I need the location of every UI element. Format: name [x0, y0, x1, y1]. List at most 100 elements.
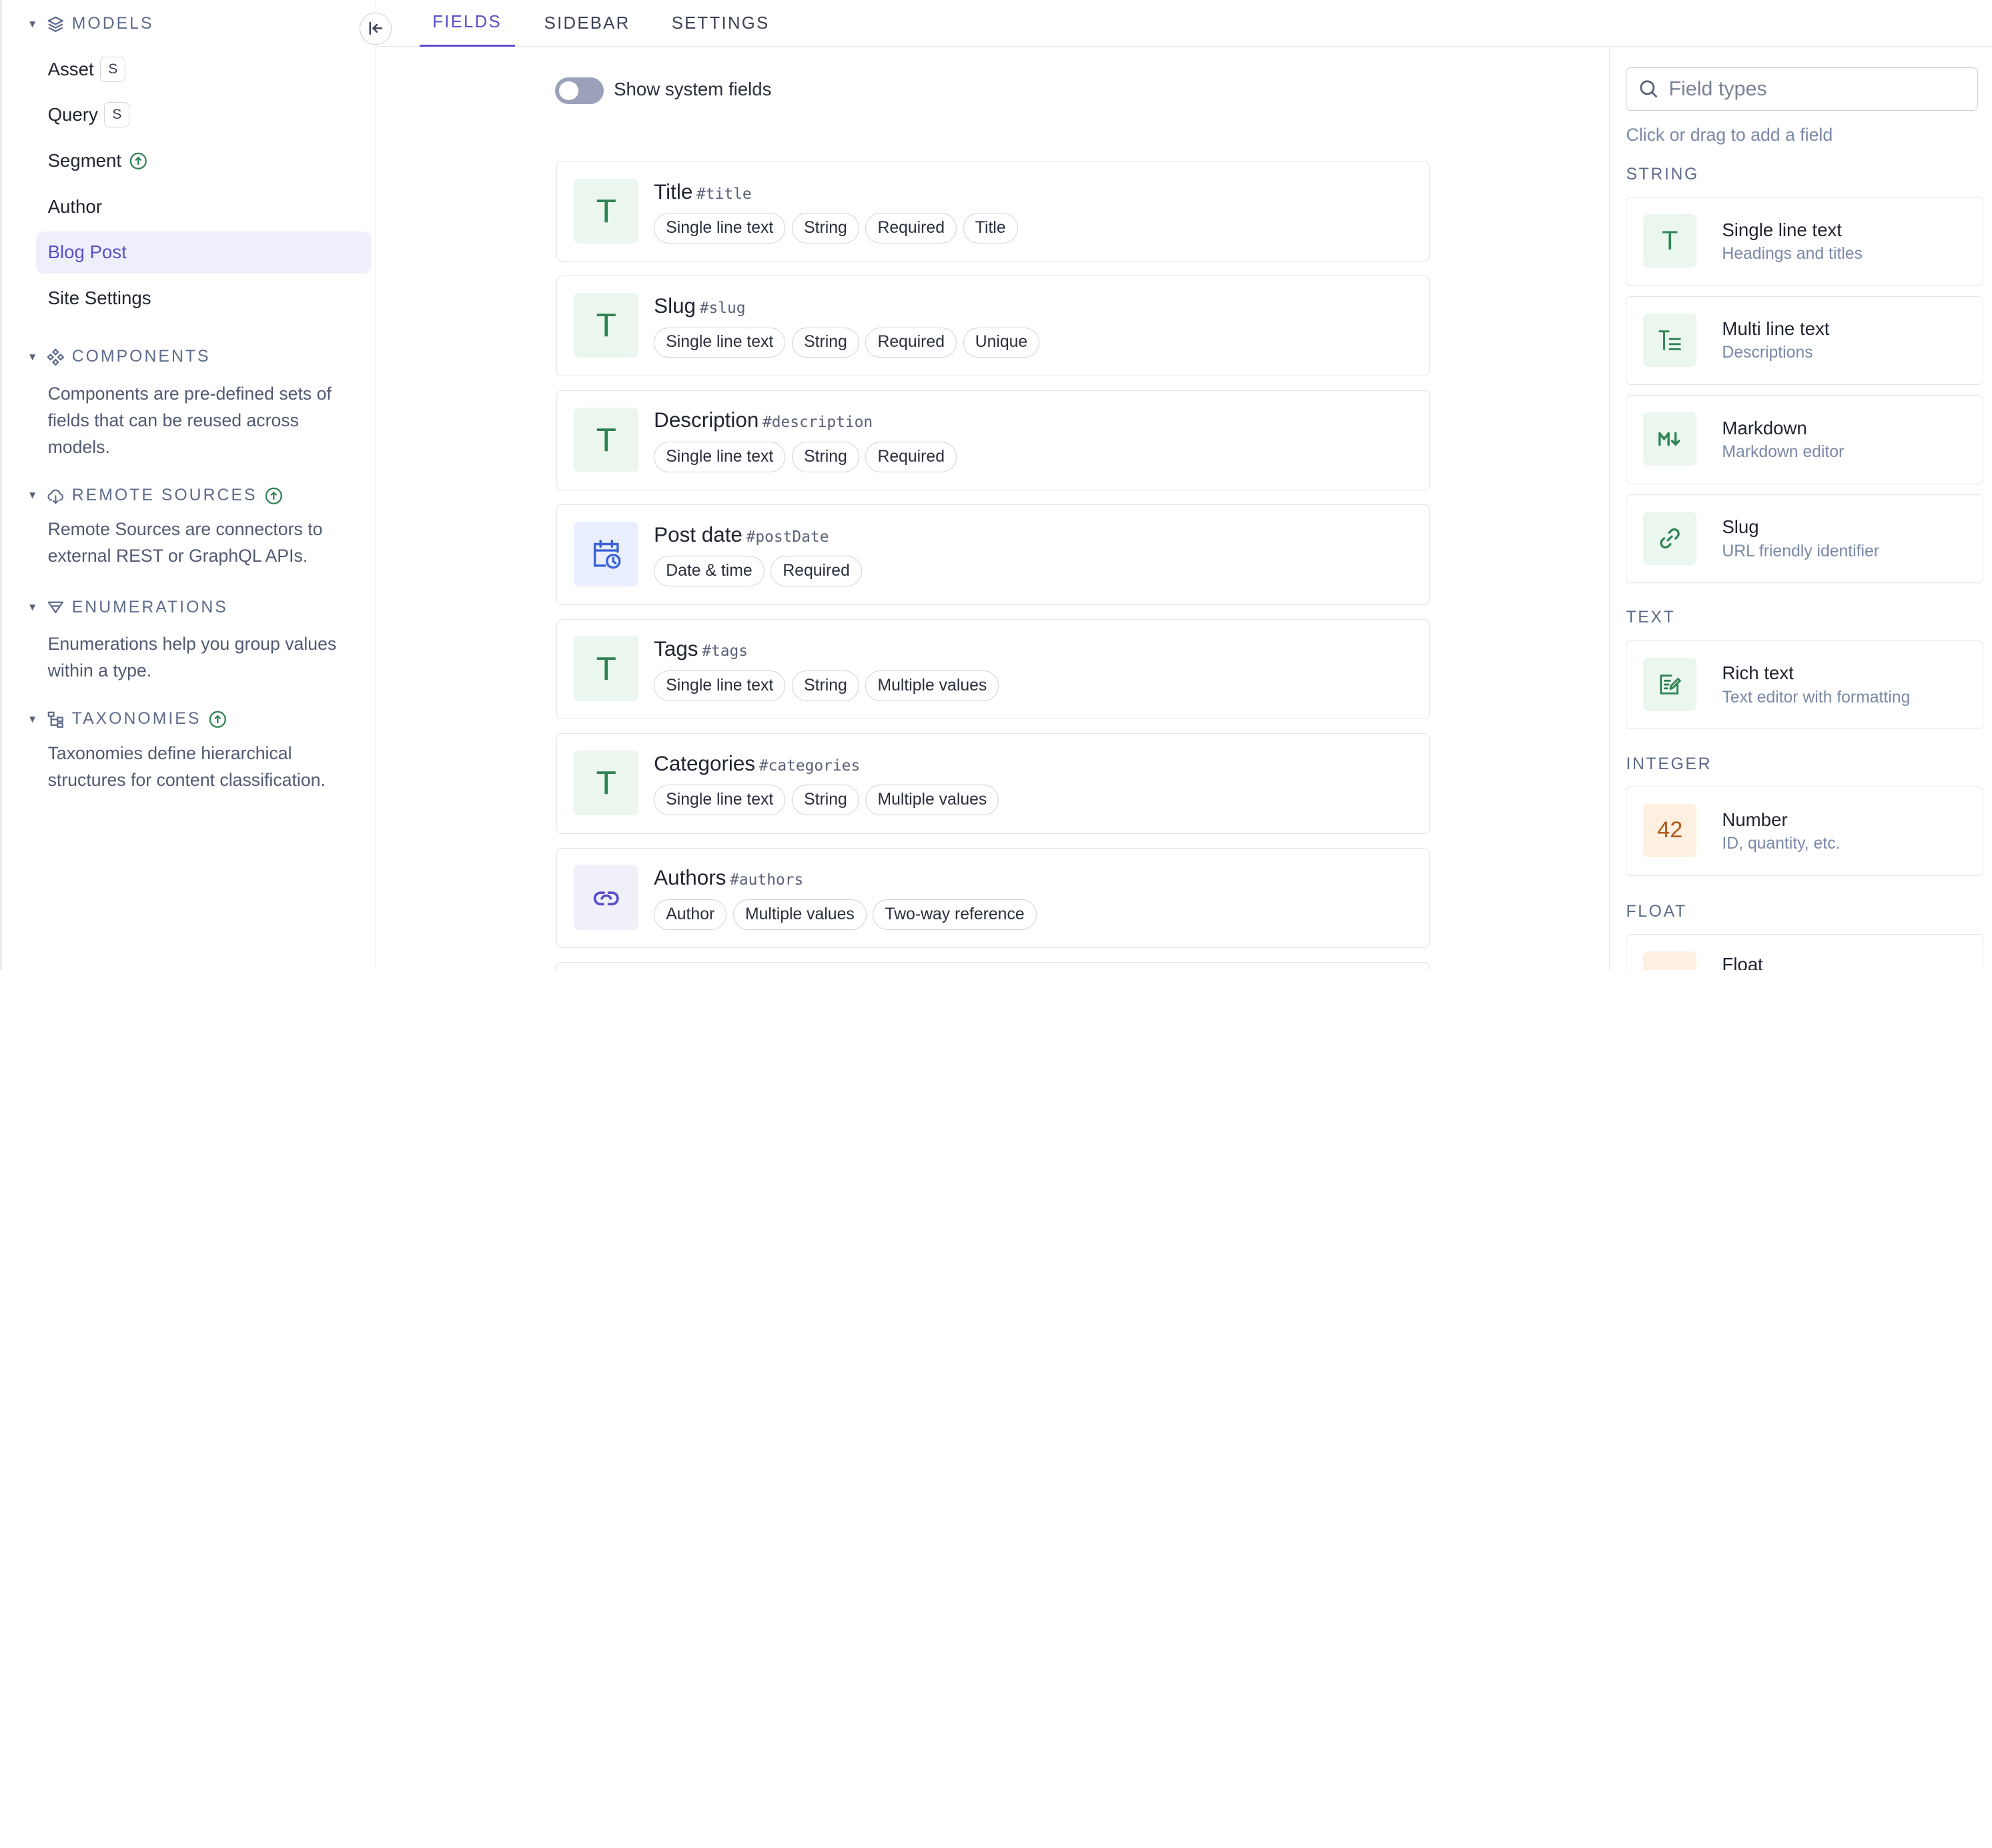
rich-text-icon — [1643, 657, 1697, 711]
remote-sources-section-header[interactable]: ▼ REMOTE SOURCES — [27, 484, 283, 507]
caret-down-icon: ▼ — [27, 602, 38, 614]
type-name: Number — [1722, 809, 1788, 830]
model-item-author[interactable]: Author — [36, 185, 372, 227]
system-badge: S — [104, 102, 130, 128]
collapse-sidebar-button[interactable] — [360, 13, 392, 45]
panel-hint: Click or drag to add a field — [1626, 124, 1833, 145]
field-heading: Description #description — [654, 408, 873, 432]
search-icon — [1639, 80, 1657, 98]
field-tag: Required — [865, 213, 957, 244]
type-card-number[interactable]: 42 Number ID, quantity, etc. — [1626, 787, 1983, 876]
field-card-title[interactable]: T Title #title Single line text String Re… — [556, 161, 1430, 262]
type-card-single-line-text[interactable]: T Single line text Headings and titles — [1626, 197, 1983, 286]
search-input[interactable] — [1668, 77, 1961, 101]
field-api-id: #title — [696, 185, 752, 203]
field-tag: Single line text — [654, 670, 786, 701]
field-card-tags[interactable]: T Tags #tags Single line text String Mult… — [556, 618, 1430, 720]
model-label: Asset — [47, 58, 94, 79]
enumerations-section-header[interactable]: ▼ ENUMERATIONS — [27, 596, 228, 618]
field-api-id: #categories — [759, 757, 861, 775]
model-item-asset[interactable]: Asset S — [36, 48, 372, 90]
group-title-float: FLOAT — [1626, 902, 1687, 921]
calendar-clock-icon — [574, 522, 639, 587]
field-card-description[interactable]: T Description #description Single line te… — [556, 390, 1430, 491]
field-card-slug[interactable]: T Slug #slug Single line text String Requ… — [556, 276, 1430, 376]
field-heading: Authors #authors — [654, 866, 803, 890]
model-label: Site Settings — [47, 287, 151, 308]
field-name: Authors — [654, 866, 726, 890]
field-tag: Date & time — [654, 556, 765, 587]
schema-tabs: FIELDS SIDEBAR SETTINGS — [376, 0, 1992, 47]
field-tags: Single line text String Multiple values — [654, 670, 999, 701]
field-name: Categories — [654, 751, 756, 775]
field-tags: Date & time Required — [654, 556, 862, 587]
type-name: Single line text — [1722, 219, 1842, 240]
field-tag: Unique — [963, 327, 1040, 358]
type-name: Slug — [1722, 516, 1759, 538]
field-heading: Slug #slug — [654, 294, 745, 318]
type-card-float[interactable]: Float — [1626, 934, 1983, 970]
field-tag: Title — [963, 213, 1018, 244]
markdown-icon — [1643, 412, 1697, 466]
type-card-markdown[interactable]: Markdown Markdown editor — [1626, 395, 1983, 484]
model-item-blog-post[interactable]: Blog Post — [36, 231, 372, 274]
field-card-authors[interactable]: Authors #authors Author Multiple values T… — [556, 847, 1430, 949]
tab-settings[interactable]: SETTINGS — [663, 0, 777, 47]
type-description: Markdown editor — [1722, 442, 1845, 461]
field-card-post-date[interactable]: Post date #postDate Date & time Required — [556, 504, 1430, 605]
field-tag: Required — [771, 556, 862, 587]
type-card-slug[interactable]: Slug URL friendly identifier — [1626, 494, 1983, 584]
tab-sidebar[interactable]: SIDEBAR — [536, 0, 638, 47]
components-section-title: COMPONENTS — [71, 348, 211, 366]
remote-sources-section-title: REMOTE SOURCES — [71, 486, 258, 504]
type-description: Headings and titles — [1722, 244, 1863, 263]
field-tags: Single line text String Required Unique — [654, 327, 1040, 358]
field-api-id: #authors — [730, 871, 804, 889]
field-type-search[interactable] — [1626, 67, 1979, 111]
cloud-download-icon — [47, 487, 65, 505]
type-description: URL friendly identifier — [1722, 542, 1880, 560]
field-tag: Required — [865, 327, 957, 358]
tab-fields[interactable]: FIELDS — [419, 0, 515, 47]
field-name: Description — [654, 408, 759, 432]
type-name: Markdown — [1722, 417, 1807, 438]
show-system-fields-label: Show system fields — [614, 79, 772, 100]
schema-sidebar: ▼ MODELS Asset S Query S Segment Author — [0, 0, 376, 970]
text-t-icon: T — [574, 636, 639, 701]
model-item-segment[interactable]: Segment — [36, 140, 372, 182]
models-section-header[interactable]: ▼ MODELS — [27, 13, 153, 35]
components-section-header[interactable]: ▼ COMPONENTS — [27, 346, 211, 368]
field-name: Post date — [654, 522, 742, 546]
enumerations-section-title: ENUMERATIONS — [71, 598, 228, 616]
field-tag: Single line text — [654, 785, 786, 816]
model-label: Author — [47, 195, 102, 217]
field-name: Title — [654, 179, 693, 203]
filter-triangle-icon — [47, 598, 65, 616]
field-card-categories[interactable]: T Categories #categories Single line text… — [556, 733, 1430, 834]
field-card-next[interactable] — [556, 962, 1430, 970]
taxonomies-section-title: TAXONOMIES — [71, 710, 201, 729]
model-item-site-settings[interactable]: Site Settings — [36, 277, 372, 319]
taxonomies-section-header[interactable]: ▼ TAXONOMIES — [27, 708, 226, 731]
field-tags: Single line text String Multiple values — [654, 785, 999, 816]
enumerations-description: Enumerations help you group values withi… — [47, 633, 337, 680]
field-tag: String — [791, 327, 859, 358]
caret-down-icon: ▼ — [27, 18, 38, 30]
type-card-rich-text[interactable]: Rich text Text editor with formatting — [1626, 640, 1983, 730]
models-section-title: MODELS — [71, 15, 154, 33]
model-item-query[interactable]: Query S — [36, 94, 372, 136]
text-t-icon: T — [574, 293, 639, 358]
field-heading: Post date #postDate — [654, 523, 829, 547]
field-tag: Multiple values — [865, 785, 999, 816]
type-name: Multi line text — [1722, 318, 1830, 340]
text-t-icon: T — [574, 178, 639, 244]
number-icon: 42 — [1643, 803, 1697, 857]
field-api-id: #description — [763, 414, 873, 432]
show-system-fields-toggle[interactable] — [555, 77, 604, 105]
type-description: ID, quantity, etc. — [1722, 834, 1841, 853]
field-tag: String — [791, 785, 859, 816]
field-heading: Categories #categories — [654, 752, 860, 776]
type-card-multi-line-text[interactable]: Multi line text Descriptions — [1626, 296, 1983, 386]
model-label: Blog Post — [47, 242, 127, 263]
field-tag: Multiple values — [865, 670, 999, 701]
